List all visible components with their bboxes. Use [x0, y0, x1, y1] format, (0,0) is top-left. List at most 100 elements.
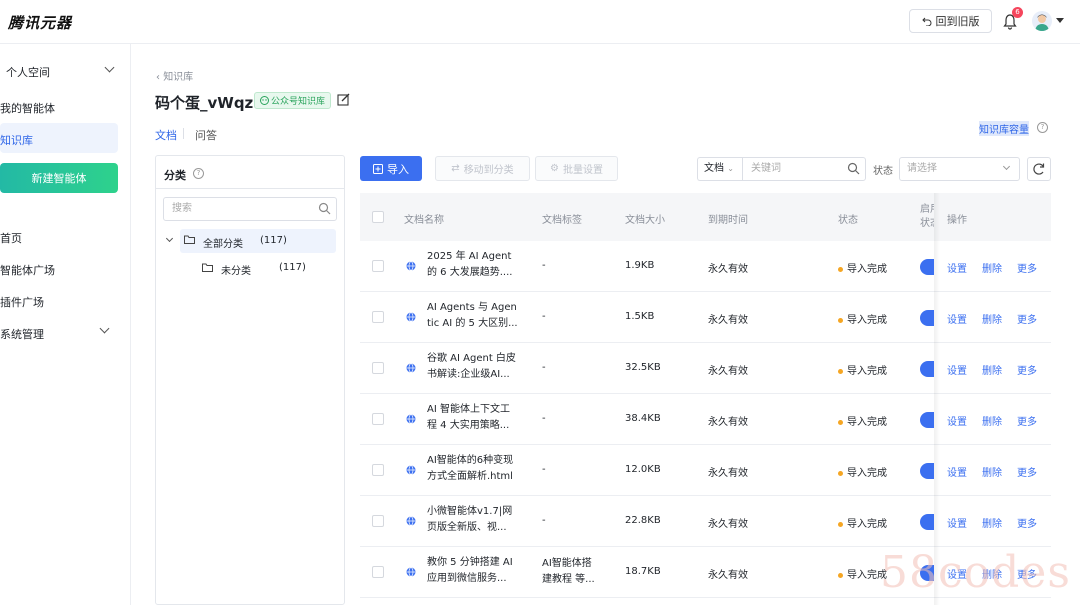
category-all-count: (117) — [260, 235, 287, 246]
doc-name[interactable]: 教你 5 分钟搭建 AI 应用到微信服务... — [427, 555, 527, 587]
batch-settings-button[interactable]: ⚙ 批量设置 — [535, 156, 618, 181]
tab-documents[interactable]: 文档 — [155, 127, 177, 143]
row-checkbox[interactable] — [372, 464, 384, 476]
chevron-down-icon[interactable] — [165, 234, 174, 243]
delete-link[interactable]: 删除 — [982, 362, 1002, 377]
back-to-old-version-button[interactable]: 回到旧版 — [909, 9, 992, 33]
settings-link[interactable]: 设置 — [947, 413, 967, 428]
top-bar: 腾讯元器 回到旧版 6 — [0, 0, 1080, 44]
settings-link[interactable]: 设置 — [947, 515, 967, 530]
doc-status-label: 导入完成 — [847, 417, 887, 428]
tab-qa[interactable]: 问答 — [195, 127, 217, 143]
chevron-down-icon[interactable] — [104, 62, 115, 73]
doc-name[interactable]: 2025 年 AI Agent 的 6 大发展趋势.... — [427, 249, 527, 281]
delete-link[interactable]: 删除 — [982, 515, 1002, 530]
more-link[interactable]: 更多 — [1017, 413, 1037, 428]
chevron-down-icon[interactable] — [99, 323, 110, 334]
settings-link[interactable]: 设置 — [947, 311, 967, 326]
doc-expire: 永久有效 — [708, 570, 748, 581]
sidebar-item-personal-space[interactable]: 个人空间 — [6, 64, 50, 80]
doc-name[interactable]: 小微智能体v1.7|网 页版全新版、视... — [427, 504, 527, 536]
status-dot — [838, 470, 843, 476]
enable-toggle[interactable] — [920, 310, 934, 326]
doc-type-select[interactable]: 文档 ⌄ — [697, 157, 743, 181]
category-all-label[interactable]: 全部分类 — [203, 235, 243, 250]
category-search-input[interactable]: 搜索 — [163, 197, 337, 221]
web-globe-icon — [406, 465, 416, 475]
kb-capacity-link[interactable]: 知识库容量 — [979, 121, 1029, 136]
status-select[interactable]: 请选择 — [899, 157, 1020, 181]
new-agent-button[interactable]: 新建智能体 — [0, 163, 118, 193]
doc-status: 导入完成 — [838, 362, 887, 377]
search-icon[interactable] — [318, 202, 331, 215]
gear-icon: ⚙ — [550, 163, 559, 174]
category-uncategorized-label[interactable]: 未分类 — [221, 262, 251, 277]
caret-down-icon[interactable] — [1056, 18, 1064, 23]
col-enable-line2: 状态 — [920, 218, 934, 229]
delete-link[interactable]: 删除 — [982, 413, 1002, 428]
enable-toggle[interactable] — [920, 514, 934, 530]
doc-status: 导入完成 — [838, 464, 887, 479]
tab-divider — [183, 128, 184, 139]
doc-name-line1: AI Agents 与 Agen — [427, 302, 517, 313]
row-checkbox[interactable] — [372, 515, 384, 527]
enable-toggle[interactable] — [920, 412, 934, 428]
import-button[interactable]: 导入 — [360, 156, 422, 181]
row-checkbox[interactable] — [372, 311, 384, 323]
refresh-button[interactable] — [1027, 157, 1051, 181]
delete-link[interactable]: 删除 — [982, 464, 1002, 479]
doc-tag: - — [542, 362, 546, 373]
row-checkbox[interactable] — [372, 566, 384, 578]
help-icon[interactable]: ? — [193, 168, 204, 179]
doc-name[interactable]: 谷歌 AI Agent 白皮 书解读:企业级AI... — [427, 351, 527, 383]
sidebar-item-knowledge-base[interactable]: 知识库 — [0, 132, 33, 148]
select-all-checkbox[interactable] — [372, 211, 384, 223]
doc-name-line1: AI智能体的6种变现 — [427, 455, 514, 466]
doc-size: 22.8KB — [625, 515, 661, 526]
row-checkbox[interactable] — [372, 362, 384, 374]
more-link[interactable]: 更多 — [1017, 515, 1037, 530]
col-actions: 操作 — [947, 215, 967, 226]
more-link[interactable]: 更多 — [1017, 464, 1037, 479]
delete-link[interactable]: 删除 — [982, 311, 1002, 326]
user-avatar[interactable] — [1032, 11, 1052, 31]
enable-toggle[interactable] — [920, 259, 934, 275]
folder-icon — [202, 263, 213, 272]
settings-link[interactable]: 设置 — [947, 362, 967, 377]
sidebar-item-system-admin[interactable]: 系统管理 — [0, 326, 44, 342]
doc-name[interactable]: AI智能体的6种变现 方式全面解析.html — [427, 453, 527, 485]
search-icon[interactable] — [847, 162, 860, 175]
edit-icon[interactable] — [337, 93, 350, 106]
sidebar-item-my-agents[interactable]: 我的智能体 — [0, 100, 55, 116]
help-icon[interactable]: ? — [1037, 122, 1048, 133]
doc-status: 导入完成 — [838, 260, 887, 275]
more-link[interactable]: 更多 — [1017, 311, 1037, 326]
doc-expire: 永久有效 — [708, 366, 748, 377]
doc-name-line2: 方式全面解析.html — [427, 471, 513, 482]
doc-size: 12.0KB — [625, 464, 661, 475]
sidebar-item-home[interactable]: 首页 — [0, 230, 22, 246]
sidebar-item-agent-plaza[interactable]: 智能体广场 — [0, 262, 55, 278]
settings-link[interactable]: 设置 — [947, 464, 967, 479]
more-link[interactable]: 更多 — [1017, 260, 1037, 275]
row-checkbox[interactable] — [372, 260, 384, 272]
settings-link[interactable]: 设置 — [947, 260, 967, 275]
doc-status: 导入完成 — [838, 311, 887, 326]
kb-type-tag-label: 公众号知识库 — [271, 97, 326, 107]
breadcrumb[interactable]: ‹ 知识库 — [156, 68, 193, 83]
sidebar-item-plugin-plaza[interactable]: 插件广场 — [0, 294, 44, 310]
row-checkbox[interactable] — [372, 413, 384, 425]
col-doc-name: 文档名称 — [404, 215, 444, 226]
more-link[interactable]: 更多 — [1017, 362, 1037, 377]
doc-name[interactable]: AI Agents 与 Agen tic AI 的 5 大区别... — [427, 300, 527, 332]
enable-toggle[interactable] — [920, 361, 934, 377]
doc-name-line1: 2025 年 AI Agent — [427, 251, 512, 262]
doc-name[interactable]: AI 智能体上下文工程 4 大实用策略... — [427, 402, 527, 434]
app-logo[interactable]: 腾讯元器 — [8, 12, 72, 33]
table-row: AI Agents 与 Agen tic AI 的 5 大区别... - 1.5K… — [360, 292, 1051, 343]
col-status: 状态 — [838, 215, 858, 226]
delete-link[interactable]: 删除 — [982, 260, 1002, 275]
category-panel: 分类 ? 搜索 全部分类 (117) 未分类 (117) — [155, 155, 345, 605]
enable-toggle[interactable] — [920, 463, 934, 479]
move-to-category-button[interactable]: ⇄ 移动到分类 — [435, 156, 530, 181]
